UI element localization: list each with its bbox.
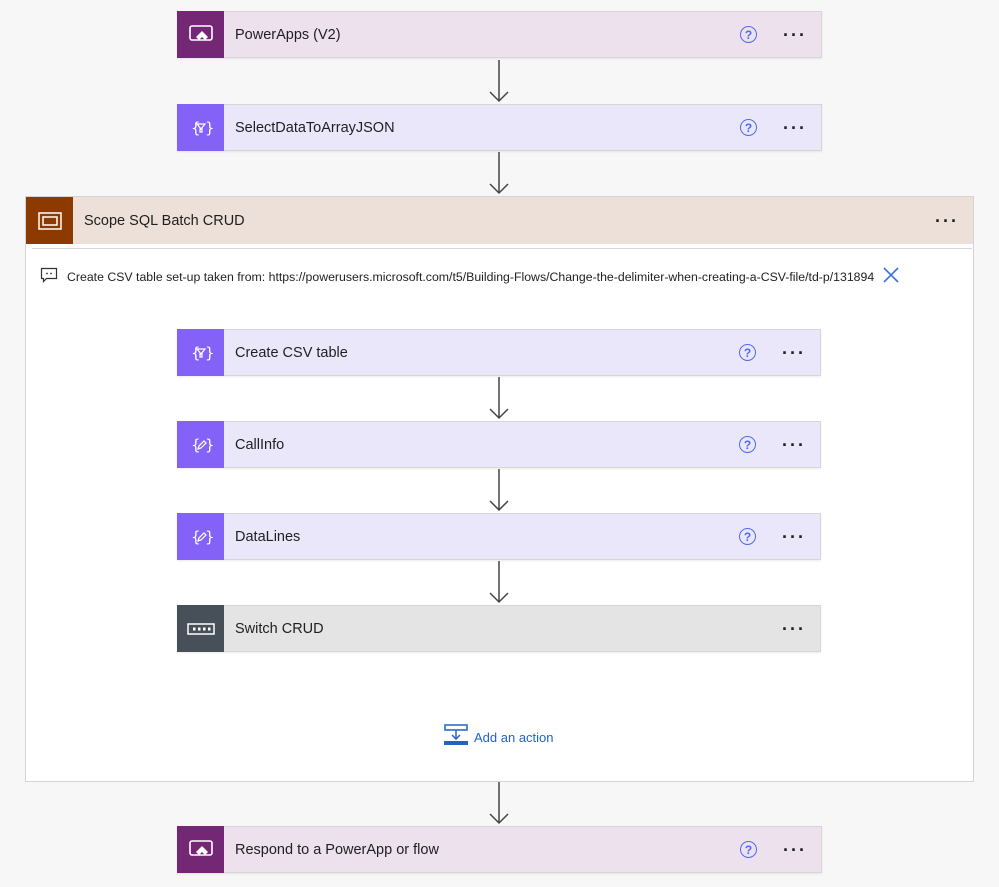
more-options-icon[interactable]: ··· [782,344,806,362]
help-icon[interactable]: ? [740,119,758,136]
card-title: Create CSV table [235,344,348,361]
variable-icon: {} [177,421,224,468]
close-icon[interactable] [882,266,900,287]
card-title: Respond to a PowerApp or flow [235,841,439,858]
card-title: CallInfo [235,436,285,453]
help-icon[interactable]: ? [740,841,758,858]
card-title: PowerApps (V2) [235,26,341,43]
help-icon[interactable]: ? [739,344,757,361]
svg-text:}: } [205,119,213,137]
svg-text:{: { [191,528,201,546]
comment-text: Create CSV table set-up taken from: http… [67,269,875,284]
svg-text:}: } [205,344,213,362]
card-title: DataLines [235,528,301,545]
more-options-icon[interactable]: ··· [782,528,806,546]
more-options-icon[interactable]: ··· [935,212,959,230]
data-operation-icon: {} [177,104,224,151]
connector-arrow [489,377,509,420]
connector-arrow [489,782,509,825]
card-title: Switch CRUD [235,620,324,637]
scope-icon [26,197,73,244]
action-card-respond-to-powerapp[interactable]: Respond to a PowerApp or flow ? ··· [177,826,822,873]
svg-text:{: { [191,119,201,137]
help-icon[interactable]: ? [740,26,758,43]
divider [32,248,972,249]
more-options-icon[interactable]: ··· [783,26,807,44]
scope-title: Scope SQL Batch CRUD [84,212,245,229]
more-options-icon[interactable]: ··· [782,436,806,454]
comment-icon [40,267,58,286]
svg-text:}: } [205,528,213,546]
help-icon[interactable]: ? [739,528,757,545]
help-icon[interactable]: ? [739,436,757,453]
more-options-icon[interactable]: ··· [783,841,807,859]
action-card-datalines[interactable]: {} DataLines ? ··· [177,513,821,560]
action-card-select-data[interactable]: {} SelectDataToArrayJSON ? ··· [177,104,822,151]
add-action-label: Add an action [474,730,554,745]
action-card-callinfo[interactable]: {} CallInfo ? ··· [177,421,821,468]
svg-text:}: } [205,436,213,454]
add-action-icon [444,724,468,751]
action-card-create-csv-table[interactable]: {} Create CSV table ? ··· [177,329,821,376]
action-card-switch-crud[interactable]: Switch CRUD ··· [177,605,821,652]
connector-arrow [489,561,509,604]
connector-arrow [489,152,509,195]
scope-header[interactable]: Scope SQL Batch CRUD ··· [26,197,973,244]
add-action-button[interactable]: Add an action [444,724,554,751]
more-options-icon[interactable]: ··· [782,620,806,638]
trigger-card-powerapps-v2[interactable]: PowerApps (V2) ? ··· [177,11,822,58]
powerapps-icon [177,826,224,873]
connector-arrow [489,60,509,103]
svg-text:{: { [191,436,201,454]
switch-icon [177,605,224,652]
powerapps-icon [177,11,224,58]
scope-comment: Create CSV table set-up taken from: http… [40,266,960,287]
more-options-icon[interactable]: ··· [783,119,807,137]
connector-arrow [489,469,509,512]
svg-text:{: { [191,344,201,362]
variable-icon: {} [177,513,224,560]
data-operation-icon: {} [177,329,224,376]
card-title: SelectDataToArrayJSON [235,119,395,136]
